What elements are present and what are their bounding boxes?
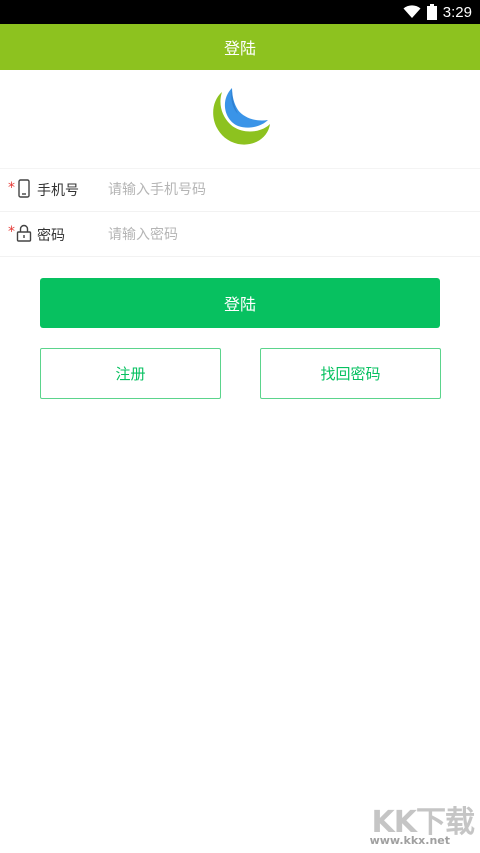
status-time: 3:29 xyxy=(442,3,472,21)
required-mark: * xyxy=(8,224,15,240)
status-bar: 3:29 xyxy=(0,0,480,24)
register-button[interactable]: 注册 xyxy=(40,348,221,399)
recover-password-button[interactable]: 找回密码 xyxy=(260,348,441,399)
password-label: 密码 xyxy=(37,227,65,244)
phone-input[interactable] xyxy=(108,170,448,210)
required-mark: * xyxy=(8,180,15,196)
page-title: 登陆 xyxy=(223,39,256,58)
title-bar: 登陆 xyxy=(0,24,480,70)
login-button[interactable]: 登陆 xyxy=(40,278,440,328)
status-right: 3:29 xyxy=(403,0,472,24)
password-field-row: * 密码 xyxy=(0,213,480,257)
watermark: KK下载 www.kkx.net xyxy=(356,797,475,847)
wifi-icon xyxy=(403,5,421,18)
password-input[interactable] xyxy=(108,214,448,255)
phone-icon xyxy=(18,179,30,198)
watermark-url: www.kkx.net xyxy=(369,834,450,847)
lock-icon xyxy=(16,224,32,242)
phone-field-row: * 手机号 xyxy=(0,168,480,212)
phone-label: 手机号 xyxy=(37,183,79,199)
battery-icon xyxy=(426,4,437,20)
app-logo xyxy=(213,88,270,145)
